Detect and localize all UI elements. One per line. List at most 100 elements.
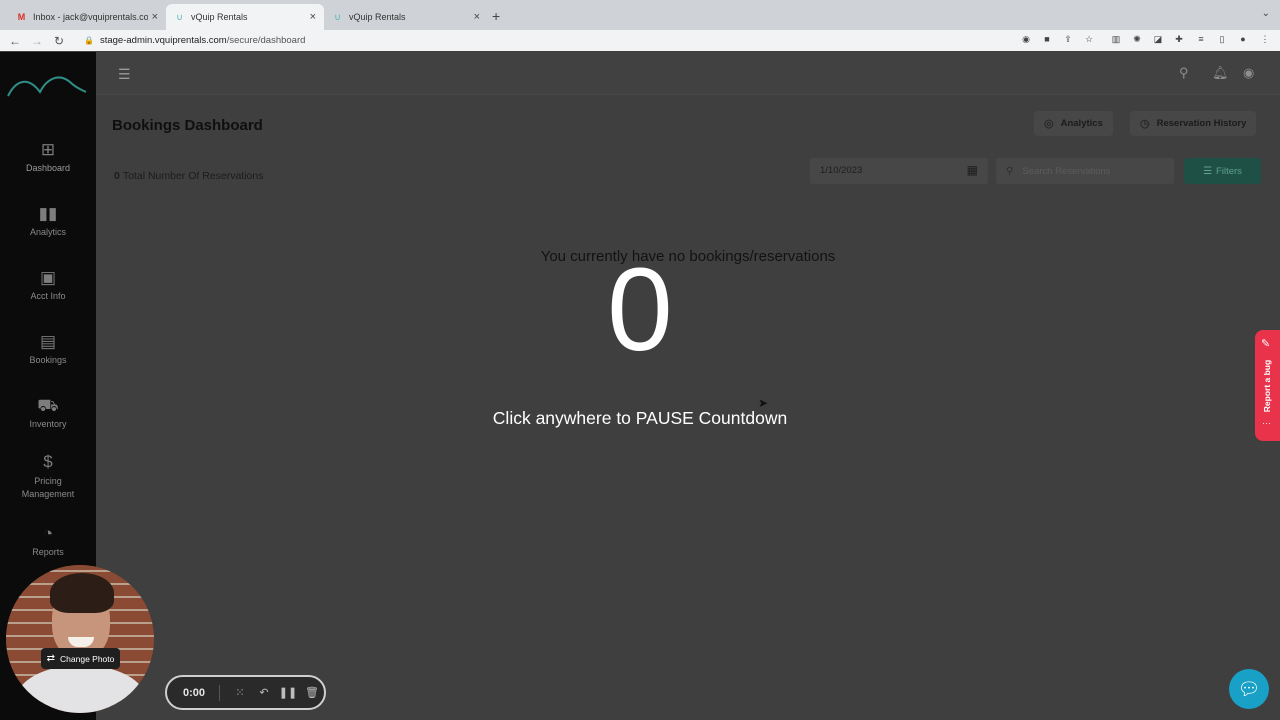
search-reservations-field[interactable]: ⚲: [996, 158, 1174, 184]
more-dots-icon: ···: [1262, 418, 1271, 428]
puzzle-icon[interactable]: ✚: [1173, 33, 1185, 45]
url-domain: stage-admin.vquiprentals.com: [99, 35, 227, 46]
extension-icon[interactable]: ✺: [1131, 33, 1143, 45]
browser-tab-vquip[interactable]: ∪ vQuip Rentals ×: [324, 4, 488, 30]
sidebar-item-reports[interactable]: ◔ Reports: [0, 524, 96, 557]
vquip-logo: [7, 76, 87, 97]
reservation-history-label: Reservation History: [1156, 118, 1247, 129]
user-profile-icon[interactable]: ◉: [1243, 65, 1254, 81]
reservation-history-button[interactable]: ◷ Reservation History: [1130, 111, 1257, 136]
trash-icon[interactable]: 🗑︎: [300, 686, 324, 699]
browser-tab-inbox[interactable]: M Inbox - jack@vquiprentals.com ×: [8, 4, 166, 30]
extension-icon[interactable]: ▥: [1110, 33, 1122, 45]
divider: [219, 684, 220, 701]
calendar-icon[interactable]: ▦: [967, 163, 978, 177]
reading-list-icon[interactable]: ≡: [1195, 33, 1207, 45]
sidebar-item-label: Inventory: [29, 419, 67, 429]
total-reservations: 0 Total Number Of Reservations: [114, 170, 263, 182]
mouse-cursor-icon: ➤: [758, 396, 769, 410]
filters-button[interactable]: ☰ Filters: [1184, 158, 1261, 184]
app-top-bar: ☰ ⚲ 🔔︎ ◉: [96, 52, 1280, 95]
more-menu-icon[interactable]: ⋮: [1259, 33, 1271, 45]
grid-icon: ⊞: [40, 140, 56, 159]
lock-icon: 🔒: [84, 36, 94, 45]
pie-chart-icon: ◔: [42, 524, 54, 543]
inventory-icon: ⛟: [37, 396, 59, 415]
sidebar-item-label: Reports: [32, 547, 64, 557]
sidebar-item-acct-info[interactable]: ▣ Acct Info: [0, 268, 96, 301]
webcam-bubble[interactable]: [6, 565, 154, 713]
sidebar-item-label: Bookings: [29, 355, 67, 365]
analytics-button-label: Analytics: [1060, 118, 1103, 129]
gmail-icon: M: [17, 11, 26, 22]
url-field[interactable]: 🔒 stage-admin.vquiprentals.com/secure/da…: [84, 35, 305, 46]
forward-icon[interactable]: →: [26, 34, 48, 48]
page-title: Bookings Dashboard: [112, 117, 263, 134]
sidebar-item-dashboard[interactable]: ⊞ Dashboard: [0, 140, 96, 173]
report-bug-label: Report a bug: [1262, 359, 1272, 413]
bar-chart-icon: ▮▮: [38, 204, 58, 223]
sidebar-item-label: Pricing Management: [21, 476, 75, 499]
filters-button-label: Filters: [1216, 165, 1242, 177]
analytics-button[interactable]: ◎ Analytics: [1034, 111, 1113, 136]
sidebar-item-analytics[interactable]: ▮▮ Analytics: [0, 204, 96, 237]
swap-icon: ⇄: [46, 653, 56, 664]
hamburger-menu-icon[interactable]: ☰: [118, 66, 131, 83]
history-icon: ◷: [1140, 118, 1150, 130]
extension-icon[interactable]: ◪: [1152, 33, 1164, 45]
pause-countdown-hint[interactable]: Click anywhere to PAUSE Countdown: [440, 408, 840, 429]
side-panel-icon[interactable]: ▯: [1216, 33, 1228, 45]
filter-icon: ☰: [1203, 165, 1213, 177]
chat-button[interactable]: 💬︎: [1229, 669, 1269, 709]
close-tab-icon[interactable]: ×: [310, 11, 316, 23]
recording-control-bar: 0:00 ⁙ ↶ ❚❚ 🗑︎: [165, 675, 326, 710]
url-path: /secure/dashboard: [226, 35, 306, 46]
new-tab-icon[interactable]: +: [492, 8, 500, 24]
search-icon: ⚲: [1006, 165, 1014, 177]
sidebar-item-label: Dashboard: [25, 163, 71, 173]
date-value: 1/10/2023: [820, 165, 863, 176]
share-icon[interactable]: ⇪: [1062, 33, 1074, 45]
analytics-icon: ◎: [1044, 118, 1054, 130]
close-tab-icon[interactable]: ×: [474, 11, 480, 23]
camera-icon[interactable]: ■: [1041, 33, 1053, 45]
vquip-icon: ∪: [176, 11, 183, 22]
bookmark-star-icon[interactable]: ☆: [1083, 33, 1095, 45]
search-icon[interactable]: ⚲: [1179, 65, 1189, 81]
chat-bubble-icon: 💬︎: [1237, 678, 1261, 699]
tab-title: vQuip Rentals: [191, 12, 248, 22]
profile-avatar[interactable]: ●: [1237, 33, 1249, 45]
sidebar-item-pricing[interactable]: $ Pricing Management: [0, 452, 96, 501]
vquip-icon: ∪: [334, 11, 341, 22]
drag-grid-icon[interactable]: ⁙: [228, 686, 252, 699]
change-photo-button[interactable]: ⇄ Change Photo: [41, 648, 120, 669]
dollar-icon: $: [43, 452, 53, 471]
reload-icon[interactable]: ↻: [48, 34, 70, 48]
browser-tab-vquip-active[interactable]: ∪ vQuip Rentals ×: [166, 4, 324, 30]
tab-title: Inbox - jack@vquiprentals.com: [33, 12, 148, 22]
calendar-icon: ▤: [39, 332, 57, 351]
sidebar-item-inventory[interactable]: ⛟ Inventory: [0, 396, 96, 429]
total-label: Total Number Of Reservations: [122, 170, 264, 182]
sidebar-item-label: Acct Info: [30, 291, 66, 301]
bell-icon[interactable]: 🔔︎: [1212, 65, 1229, 81]
sidebar-item-label: Analytics: [29, 227, 66, 237]
change-photo-label: Change Photo: [60, 653, 115, 664]
sidebar-item-bookings[interactable]: ▤ Bookings: [0, 332, 96, 365]
extension-icon[interactable]: ◉: [1020, 33, 1032, 45]
browser-tab-bar: M Inbox - jack@vquiprentals.com × ∪ vQui…: [0, 0, 1280, 30]
report-bug-tab[interactable]: ✎ Report a bug ···: [1255, 330, 1280, 441]
date-picker-field[interactable]: 1/10/2023 ▦: [810, 158, 988, 184]
total-count: 0: [114, 170, 120, 182]
search-input[interactable]: [1022, 165, 1163, 177]
pencil-icon: ✎: [1261, 338, 1271, 350]
close-tab-icon[interactable]: ×: [152, 11, 158, 23]
person-hair: [50, 573, 114, 613]
pause-icon[interactable]: ❚❚: [276, 686, 300, 699]
recording-timer: 0:00: [183, 686, 206, 699]
recording-countdown: 0: [607, 244, 673, 376]
tab-title: vQuip Rentals: [349, 12, 406, 22]
tab-search-chevron-icon[interactable]: ⌄: [1262, 8, 1270, 19]
back-icon[interactable]: ←: [4, 34, 26, 48]
undo-icon[interactable]: ↶: [252, 686, 276, 699]
